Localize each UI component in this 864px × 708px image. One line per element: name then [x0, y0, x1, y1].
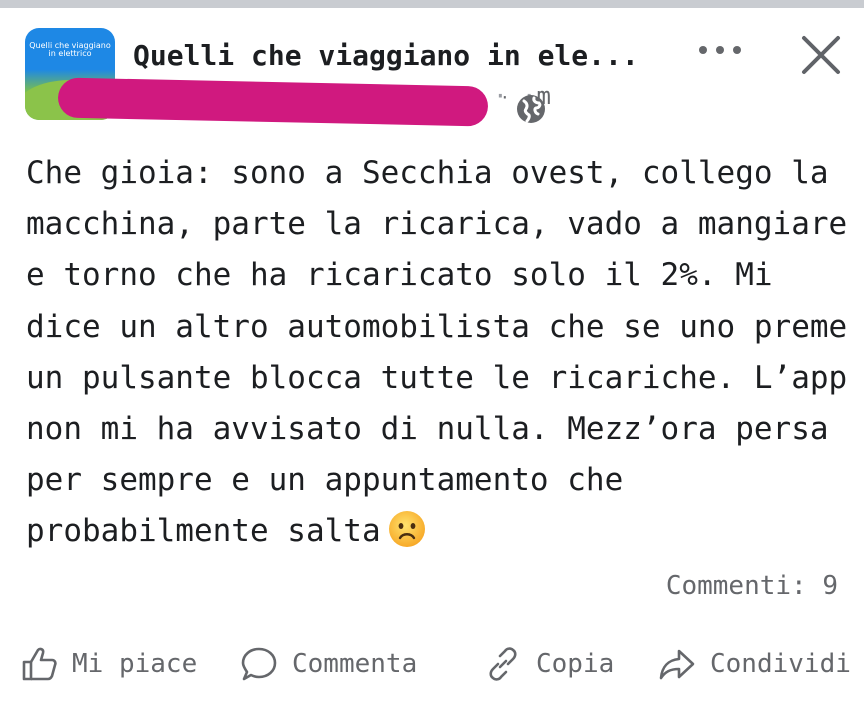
globe-icon [517, 95, 545, 123]
post-text-line: Che gioia: sono a Secchia ovest, collego… [26, 155, 829, 191]
meta-separator: · [500, 88, 510, 107]
post-text-line: un pulsante blocca tutte le ricariche. L… [26, 359, 848, 396]
copy-label: Copia [536, 649, 615, 679]
share-button[interactable]: Condividi [658, 636, 851, 692]
avatar-logo-text: Quelli che viaggiano in elettrico [29, 41, 111, 58]
comment-label: Commenta [292, 649, 418, 679]
link-icon [489, 647, 517, 681]
frowning-face-emoji-icon [388, 511, 425, 548]
share-label: Condividi [710, 649, 851, 679]
post-text-line: per sempre e un appuntamento che [26, 462, 624, 499]
comment-button[interactable]: Commenta [240, 636, 417, 692]
comments-count[interactable]: Commenti: 9 [666, 566, 838, 606]
speech-bubble-icon [241, 647, 277, 681]
post-text: Che gioia: sono a Secchia ovest, collego… [26, 148, 848, 558]
thumbs-up-icon [22, 647, 57, 681]
like-button[interactable]: Mi piace [20, 636, 197, 692]
like-label: Mi piace [72, 649, 198, 679]
copy-button[interactable]: Copia [484, 636, 614, 692]
group-name[interactable]: Quelli che viaggiano in ele... [133, 36, 639, 76]
close-icon[interactable] [800, 34, 842, 76]
top-divider [0, 0, 864, 8]
more-options-icon[interactable] [697, 40, 743, 60]
share-arrow-icon [659, 649, 695, 680]
post-text-line: non mi ha avvisato di nulla. Mezz’ora pe… [26, 411, 829, 448]
post-text-line: dice un altro automobilista che se uno p… [26, 308, 848, 345]
post-action-bar: Mi piace Commenta Copia Condividi [0, 636, 864, 692]
post-text-line: macchina, parte la ricarica, vado a mang… [26, 206, 848, 243]
post-text-line: e torno che ha ricaricato solo il 2%. Mi [26, 257, 773, 294]
post-text-line: probabilmente salta [26, 513, 381, 550]
post-text-last-line: probabilmente salta [26, 506, 846, 557]
